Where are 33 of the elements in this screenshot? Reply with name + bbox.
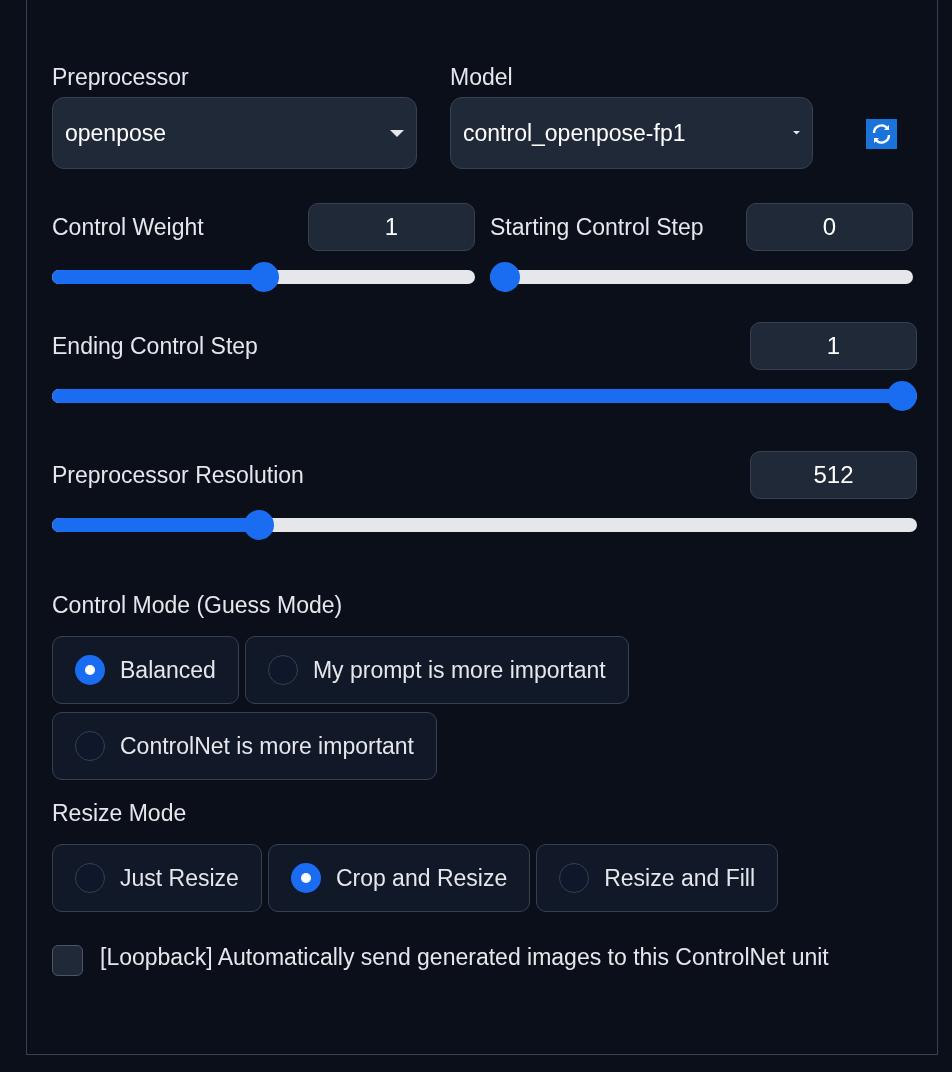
number-field[interactable]: 1 bbox=[308, 203, 475, 251]
slider-track[interactable] bbox=[52, 381, 917, 411]
radio-option[interactable]: My prompt is more important bbox=[244, 636, 629, 704]
number-field[interactable]: 0 bbox=[746, 203, 913, 251]
slider-label: Preprocessor Resolution bbox=[52, 461, 304, 490]
slider-handle[interactable] bbox=[887, 381, 917, 411]
slider-track[interactable] bbox=[490, 262, 913, 292]
radio-option[interactable]: Just Resize bbox=[52, 844, 262, 912]
radio-option[interactable]: Crop and Resize bbox=[267, 844, 531, 912]
preprocessor-dropdown[interactable]: openpose bbox=[52, 97, 417, 169]
slider-label: Control Weight bbox=[52, 213, 204, 242]
radio-option[interactable]: Resize and Fill bbox=[536, 844, 779, 912]
refresh-icon[interactable] bbox=[866, 119, 897, 149]
slider-handle[interactable] bbox=[490, 262, 520, 292]
checkbox[interactable] bbox=[52, 945, 83, 976]
field-label: Preprocessor bbox=[52, 63, 190, 92]
radio-option[interactable]: ControlNet is more important bbox=[52, 712, 437, 780]
caret-icon bbox=[390, 129, 404, 137]
slider-label: Starting Control Step bbox=[490, 213, 704, 242]
field-label: Model bbox=[450, 63, 514, 92]
section-label: Control Mode (Guess Mode) bbox=[52, 592, 343, 618]
number-field[interactable]: 512 bbox=[750, 451, 917, 499]
slider-track[interactable] bbox=[52, 262, 475, 292]
slider-handle[interactable] bbox=[248, 262, 279, 292]
section-label: Resize Mode bbox=[52, 800, 187, 826]
slider-track[interactable] bbox=[52, 510, 917, 540]
slider-handle[interactable] bbox=[244, 510, 275, 540]
radio-option[interactable]: Balanced bbox=[52, 636, 239, 704]
caret-icon bbox=[793, 131, 800, 135]
number-field[interactable]: 1 bbox=[750, 322, 917, 370]
model-dropdown[interactable]: control_openpose-fp1 bbox=[450, 97, 813, 169]
slider-label: Ending Control Step bbox=[52, 332, 258, 361]
checkbox-label: [Loopback] Automatically send generated images to this ControlNet unit bbox=[100, 943, 829, 972]
